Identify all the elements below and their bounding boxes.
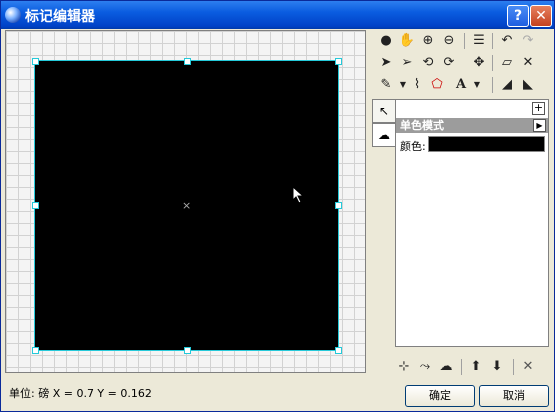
- close-button[interactable]: ✕: [530, 5, 552, 27]
- zoom-in-icon[interactable]: ⊕: [419, 32, 437, 50]
- marker-canvas[interactable]: ×: [5, 30, 366, 373]
- resize-handle[interactable]: [32, 58, 39, 65]
- ruler-icon[interactable]: ◢: [498, 76, 516, 94]
- zoom-out-icon[interactable]: ⊖: [440, 32, 458, 50]
- resize-handle[interactable]: [335, 58, 342, 65]
- measure-icon[interactable]: ◣: [519, 76, 537, 94]
- move-up-icon[interactable]: ⬆: [467, 358, 485, 376]
- undo-icon[interactable]: ↶: [498, 32, 516, 50]
- resize-handle[interactable]: [32, 347, 39, 354]
- separator: [464, 33, 465, 49]
- resize-handle[interactable]: [184, 347, 191, 354]
- properties-panel: + 单色模式 ▶ 颜色:: [395, 99, 549, 347]
- rotate-right-icon[interactable]: ⟳: [440, 54, 458, 72]
- separator: [513, 359, 514, 375]
- globe-icon[interactable]: ●: [377, 32, 395, 50]
- color-label: 颜色:: [400, 140, 426, 153]
- edit-point-icon[interactable]: ⤳: [416, 358, 434, 376]
- cancel-button[interactable]: 取消: [479, 385, 549, 407]
- window-title: 标记编辑器: [25, 9, 95, 25]
- help-button[interactable]: ?: [507, 5, 529, 27]
- separator: [492, 33, 493, 49]
- title-bar: 标记编辑器 ? ✕: [1, 1, 554, 29]
- chevron-down-icon[interactable]: ▼: [468, 76, 486, 94]
- resize-handle[interactable]: [335, 202, 342, 209]
- tool-panel: ● ✋ ⊕ ⊖ ☰ ↶ ↷ ➤ ➢ ⟲ ⟳ ✥ ▱ ✕ ✎ ▼ ⌇ ⬠ A ▼ …: [374, 30, 552, 100]
- move-down-icon[interactable]: ⬇: [488, 358, 506, 376]
- tab-shape[interactable]: ☁: [372, 123, 396, 147]
- shape-tool-icon[interactable]: ☁: [437, 358, 455, 376]
- lasso-icon[interactable]: ⌇: [408, 76, 426, 94]
- marker-editor-window: 标记编辑器 ? ✕ × ● ✋ ⊕ ⊖ ☰ ↶ ↷ ➤ ➢ ⟲ ⟳ ✥ ▱ ✕ …: [0, 0, 555, 412]
- remove-icon[interactable]: ✕: [519, 358, 537, 376]
- ok-button[interactable]: 确定: [405, 385, 475, 407]
- expand-arrow-icon[interactable]: ▶: [533, 119, 546, 132]
- section-title: 单色模式: [400, 119, 444, 132]
- eraser-icon[interactable]: ▱: [498, 54, 516, 72]
- resize-handle[interactable]: [184, 58, 191, 65]
- redo-icon[interactable]: ↷: [519, 32, 537, 50]
- section-header[interactable]: 单色模式 ▶: [396, 118, 548, 133]
- tab-pointer[interactable]: ↖: [372, 99, 396, 123]
- cursor-icon: [292, 186, 308, 204]
- color-swatch[interactable]: [428, 136, 545, 152]
- app-globe-icon: [5, 7, 21, 23]
- node-select-icon[interactable]: ➢: [398, 54, 416, 72]
- rotate-left-icon[interactable]: ⟲: [419, 54, 437, 72]
- bottom-toolbar: ⊹ ⤳ ☁ ⬆ ⬇ ✕: [395, 357, 547, 377]
- add-button[interactable]: +: [532, 102, 545, 115]
- shape-icon[interactable]: ⬠: [428, 76, 446, 94]
- separator: [461, 359, 462, 375]
- pen-icon[interactable]: ✎: [377, 76, 395, 94]
- move-icon[interactable]: ✥: [470, 54, 488, 72]
- select-icon[interactable]: ➤: [377, 54, 395, 72]
- layers-icon[interactable]: ☰: [470, 32, 488, 50]
- resize-handle[interactable]: [32, 202, 39, 209]
- center-mark-icon: ×: [182, 199, 192, 212]
- delete-icon[interactable]: ✕: [519, 54, 537, 72]
- separator: [492, 77, 493, 93]
- add-point-icon[interactable]: ⊹: [395, 358, 413, 376]
- hand-icon[interactable]: ✋: [398, 32, 416, 50]
- status-bar: 单位: 磅 X = 0.7 Y = 0.162: [9, 387, 152, 400]
- separator: [492, 55, 493, 71]
- resize-handle[interactable]: [335, 347, 342, 354]
